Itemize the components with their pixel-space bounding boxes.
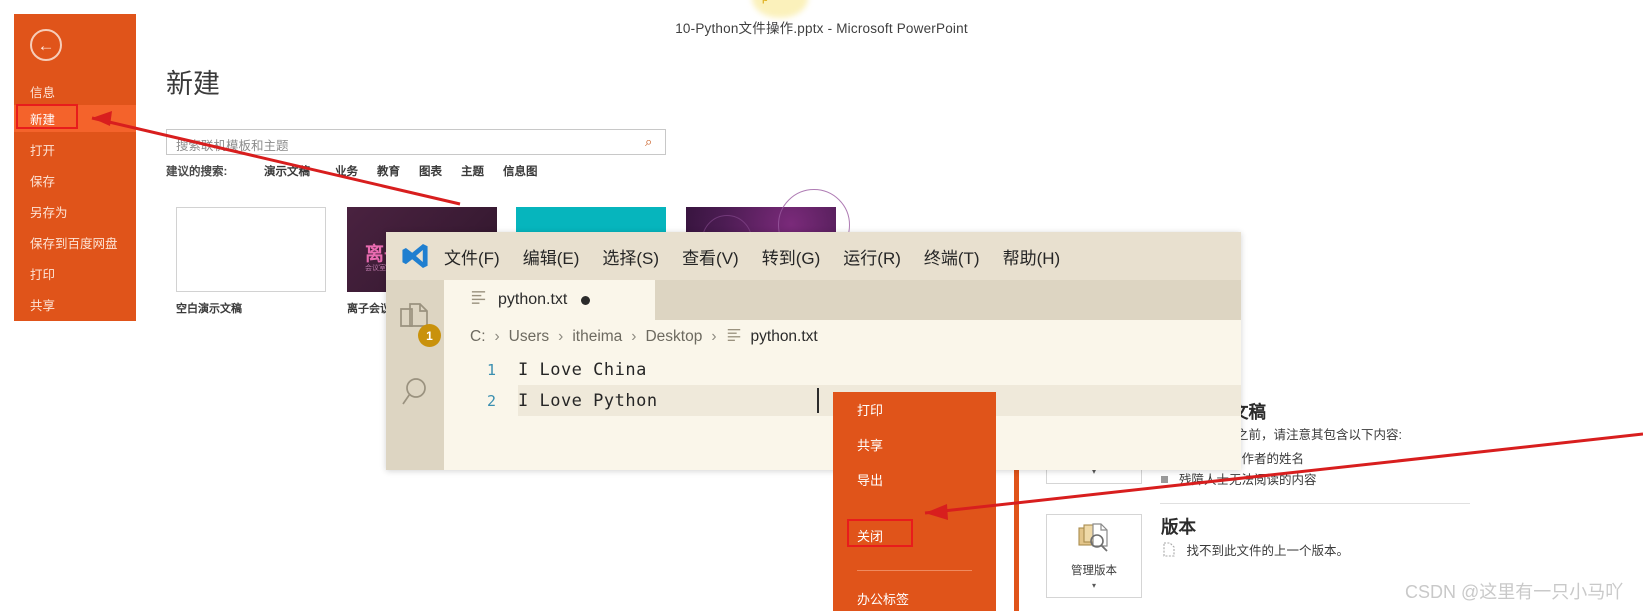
sidebar-item-label: 打印 [30, 268, 56, 282]
code-line: 2 I Love Python [444, 385, 658, 416]
vscode-menubar: 文件(F) 编辑(E) 选择(S) 查看(V) 转到(G) 运行(R) 终端(T… [386, 232, 1241, 280]
versions-intro: 找不到此文件的上一个版本。 [1161, 540, 1349, 560]
versions-intro-label: 找不到此文件的上一个版本。 [1186, 544, 1349, 558]
breadcrumb-item-desktop[interactable]: Desktop [645, 328, 702, 346]
annotation-highlight-box-new [16, 104, 78, 129]
menu-select[interactable]: 选择(S) [602, 244, 659, 269]
template-preview-subtitle: 会议室 [365, 265, 386, 272]
context-menu-item-export[interactable]: 导出 [833, 462, 996, 497]
chevron-right-icon: › [494, 328, 500, 345]
menu-view[interactable]: 查看(V) [682, 244, 739, 269]
line-number: 1 [486, 360, 496, 379]
breadcrumb-item-itheima[interactable]: itheima [572, 328, 622, 346]
suggested-search-business[interactable]: 业务 [335, 163, 358, 179]
blob-partial-text: p [762, 0, 768, 4]
annotation-highlight-box-close [847, 519, 913, 547]
sidebar-item-share[interactable]: 共享 [14, 291, 136, 318]
template-label: 离子会议 [347, 303, 391, 315]
editor-tab-python-txt[interactable]: python.txt [444, 280, 655, 320]
text-cursor [817, 388, 819, 413]
unsaved-indicator-icon[interactable] [581, 295, 591, 305]
sidebar-item-save[interactable]: 保存 [14, 167, 136, 194]
panel-divider [1160, 503, 1470, 504]
context-menu: 打印 共享 导出 关闭 办公标签 [833, 392, 996, 611]
vscode-logo-icon [386, 241, 444, 271]
search-icon[interactable] [400, 376, 432, 413]
menu-file[interactable]: 文件(F) [444, 244, 500, 269]
template-label: 空白演示文稿 [176, 303, 242, 315]
manage-versions-button[interactable]: 管理版本 ▾ [1046, 514, 1142, 598]
line-text: I Love Python [518, 390, 658, 411]
vscode-window: 文件(F) 编辑(E) 选择(S) 查看(V) 转到(G) 运行(R) 终端(T… [386, 232, 1241, 470]
vscode-tabbar: python.txt [444, 280, 1241, 320]
chevron-down-icon[interactable]: ▾ [1092, 581, 1096, 590]
sidebar-item-label: 另存为 [30, 206, 68, 220]
sidebar-item-open[interactable]: 打开 [14, 136, 136, 163]
inspect-item: 残障人士无法阅读的内容 [1161, 469, 1317, 488]
breadcrumb-item-file[interactable]: python.txt [751, 328, 818, 346]
search-icon[interactable]: ⌕ [645, 134, 652, 150]
context-menu-item-share[interactable]: 共享 [833, 427, 996, 462]
template-thumbnail-blank[interactable] [176, 207, 326, 292]
context-menu-divider [857, 570, 972, 571]
chevron-right-icon: › [631, 328, 637, 345]
decorative-yellow-blob [752, 0, 808, 18]
line-text: I Love China [518, 359, 647, 380]
versions-heading: 版本 [1161, 517, 1196, 537]
sidebar-item-label: 保存 [30, 175, 56, 189]
menu-terminal[interactable]: 终端(T) [924, 244, 980, 269]
manage-versions-icon [1076, 522, 1112, 558]
inspect-item-label: 残障人士无法阅读的内容 [1179, 473, 1317, 487]
button-label: 管理版本 [1071, 564, 1117, 577]
suggested-search-presentations[interactable]: 演示文稿 [264, 163, 310, 179]
search-placeholder: 搜索联机模板和主题 [176, 139, 289, 153]
sidebar-item-label: 共享 [30, 299, 56, 313]
chevron-right-icon: › [711, 328, 717, 345]
suggested-search-education[interactable]: 教育 [377, 163, 400, 179]
page-title: 新建 [166, 69, 220, 99]
suggested-searches-label: 建议的搜索: [166, 166, 228, 178]
menu-edit[interactable]: 编辑(E) [523, 244, 580, 269]
back-button[interactable]: ← [30, 29, 62, 61]
window-title: 10-Python文件操作.pptx - Microsoft PowerPoin… [675, 21, 968, 36]
line-number: 2 [486, 391, 496, 410]
breadcrumb: C: › Users › itheima › Desktop › python.… [444, 320, 1241, 354]
sidebar-item-save-baidu[interactable]: 保存到百度网盘 [14, 229, 136, 256]
suggested-search-themes[interactable]: 主题 [461, 163, 484, 179]
suggested-search-charts[interactable]: 图表 [419, 163, 442, 179]
text-file-icon [726, 327, 742, 348]
sidebar-item-save-as[interactable]: 另存为 [14, 198, 136, 225]
code-line: 1 I Love China [444, 354, 647, 385]
watermark: CSDN @这里有一只小马吖 [1405, 582, 1624, 602]
context-menu-item-print[interactable]: 打印 [833, 392, 996, 427]
breadcrumb-item-drive[interactable]: C: [470, 328, 486, 346]
sidebar-item-label: 打开 [30, 144, 56, 158]
bullet-icon [1161, 476, 1168, 483]
menu-go[interactable]: 转到(G) [762, 244, 821, 269]
sidebar-item-info[interactable]: 信息 [14, 78, 136, 105]
chevron-right-icon: › [558, 328, 564, 345]
menu-help[interactable]: 帮助(H) [1003, 244, 1061, 269]
text-file-icon [470, 289, 487, 311]
sidebar-item-label: 信息 [30, 86, 56, 100]
sidebar-item-label: 保存到百度网盘 [30, 237, 118, 251]
breadcrumb-item-users[interactable]: Users [509, 328, 549, 346]
vscode-activity-bar: 1 [386, 280, 444, 470]
tab-label: python.txt [498, 291, 568, 308]
explorer-badge-count: 1 [418, 324, 441, 347]
suggested-search-infographics[interactable]: 信息图 [503, 163, 538, 179]
page-copy-icon [1161, 542, 1175, 560]
sidebar-item-print[interactable]: 打印 [14, 260, 136, 287]
menu-run[interactable]: 运行(R) [843, 244, 901, 269]
